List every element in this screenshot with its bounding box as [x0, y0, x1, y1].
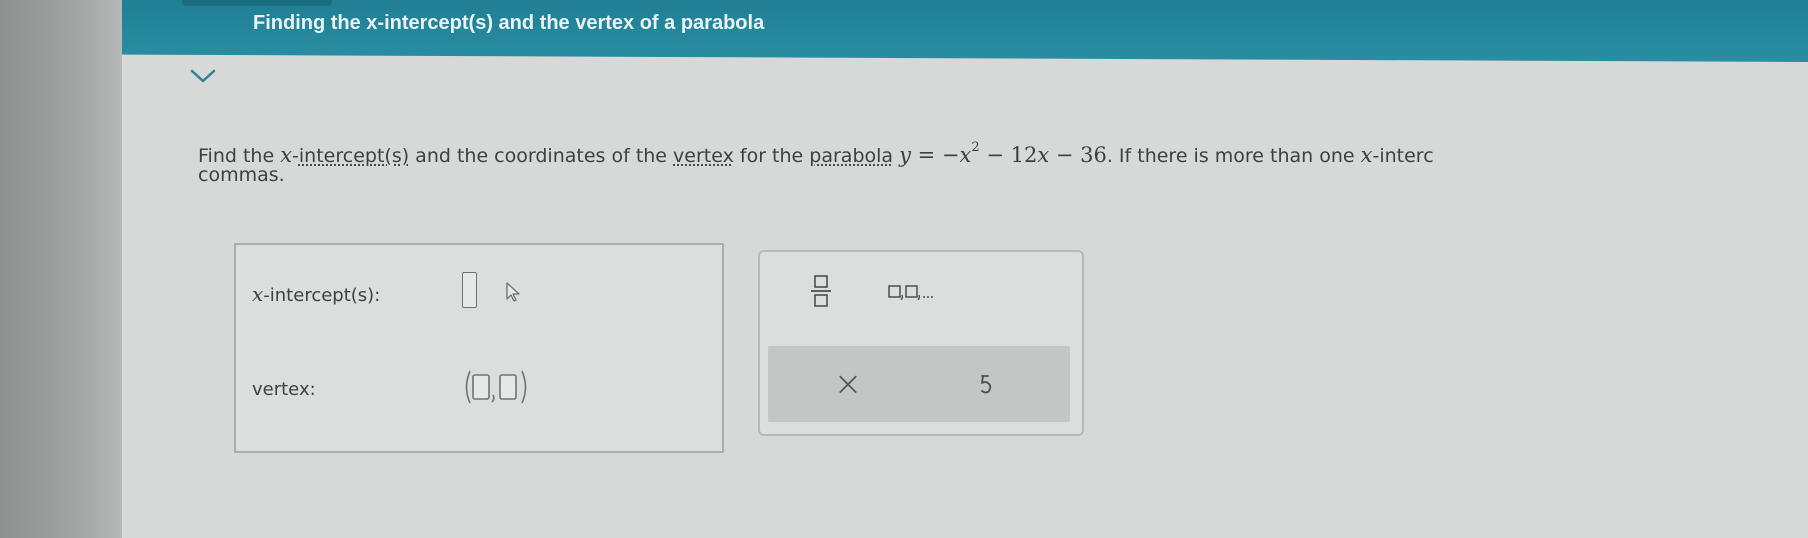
- equation-rest2: − 36: [1049, 143, 1107, 167]
- keypad-action-row: ×: [768, 346, 1070, 422]
- problem-dash: -: [292, 145, 299, 167]
- problem-line2: commas.: [198, 164, 285, 186]
- header-bar: Finding the x-intercept(s) and the verte…: [122, 0, 1808, 62]
- equation-eq: = −: [910, 143, 960, 167]
- header-tab: [182, 0, 332, 6]
- vertex-label: vertex:: [252, 379, 316, 400]
- equation-lhs: y: [899, 143, 911, 167]
- answer-box: x-intercept(s): vertex:: [234, 243, 724, 453]
- equation-rest: − 12: [979, 143, 1038, 167]
- list-icon: [888, 285, 933, 300]
- clear-button[interactable]: ×: [826, 362, 870, 406]
- equation-term2: x: [1037, 143, 1050, 167]
- problem-mid2: for the: [733, 145, 810, 167]
- left-bezel: [0, 0, 122, 538]
- tail-x-variable: x: [1360, 143, 1373, 167]
- equation-exponent: 2: [971, 140, 980, 155]
- undo-button[interactable]: [964, 362, 1008, 406]
- fraction-icon: [811, 275, 831, 307]
- equation-term1: x: [959, 143, 972, 167]
- x-intercept-label-text: -intercept(s):: [263, 285, 381, 306]
- problem-tail-end: -interc: [1372, 145, 1434, 167]
- intercept-link[interactable]: intercept(s): [299, 145, 409, 167]
- vertex-paren-icon: [465, 370, 527, 404]
- math-keypad: ×: [758, 250, 1084, 436]
- collapse-button[interactable]: [188, 64, 218, 88]
- vertex-input[interactable]: [462, 367, 534, 407]
- list-button[interactable]: [880, 276, 952, 306]
- problem-statement: Find the x-intercept(s) and the coordina…: [198, 130, 1808, 174]
- problem-mid: and the coordinates of the: [409, 145, 674, 167]
- chevron-down-icon: [190, 69, 216, 83]
- cursor-icon: [506, 282, 520, 302]
- equation: y = −x2 − 12x − 36: [899, 140, 1107, 167]
- x-intercept-input[interactable]: [462, 272, 477, 308]
- vertex-link[interactable]: vertex: [673, 145, 734, 167]
- x-intercept-label: x-intercept(s):: [252, 282, 380, 306]
- page-title: Finding the x-intercept(s) and the verte…: [253, 12, 765, 34]
- undo-icon: [981, 375, 992, 394]
- x-intercept-var: x: [252, 282, 264, 306]
- close-icon: ×: [833, 364, 863, 404]
- problem-tail: . If there is more than one: [1106, 145, 1361, 167]
- fraction-button[interactable]: [800, 270, 842, 312]
- parabola-link[interactable]: parabola: [809, 145, 893, 167]
